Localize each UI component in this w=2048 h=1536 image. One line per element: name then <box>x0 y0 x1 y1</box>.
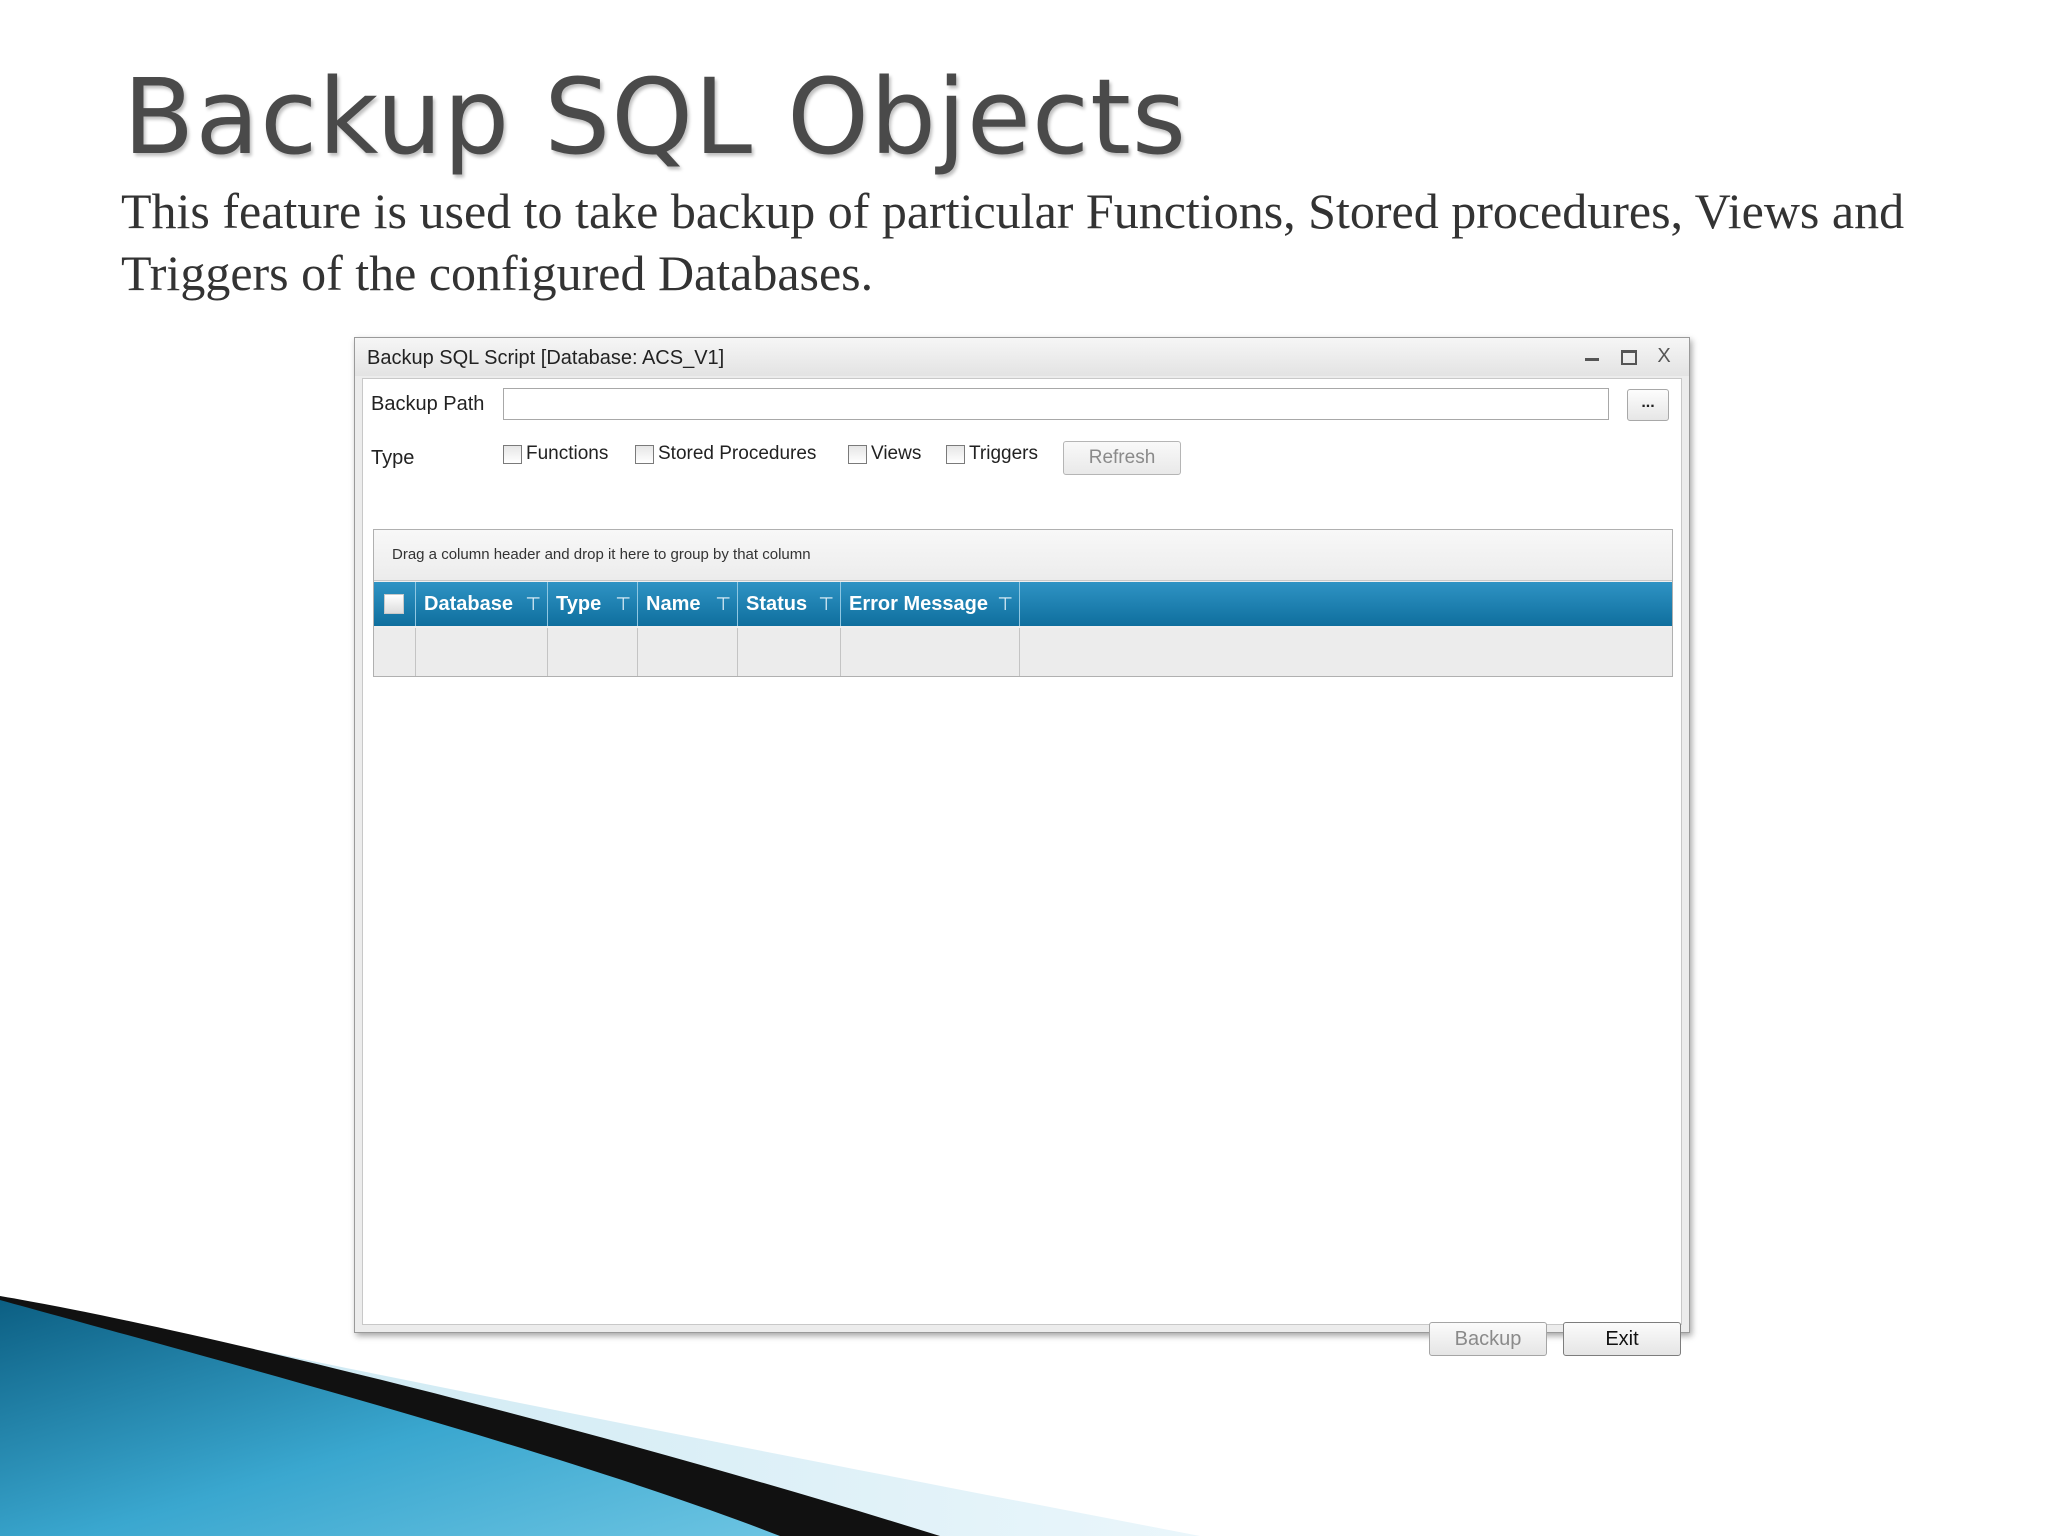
maximize-button[interactable] <box>1615 343 1641 369</box>
minimize-button[interactable] <box>1579 343 1605 369</box>
results-grid: Drag a column header and drop it here to… <box>373 529 1673 677</box>
column-header-label: Database <box>424 593 513 615</box>
backup-path-label: Backup Path <box>371 393 485 415</box>
backup-path-input[interactable] <box>503 388 1609 420</box>
filter-icon[interactable]: ⊤ <box>715 582 731 626</box>
slide-title: Backup SQL Objects <box>123 56 1188 178</box>
triggers-checkbox[interactable] <box>946 444 965 464</box>
filter-icon[interactable]: ⊤ <box>997 582 1013 626</box>
functions-checkbox-label: Functions <box>526 443 609 464</box>
table-cell <box>841 628 1020 676</box>
table-cell <box>738 628 841 676</box>
refresh-button[interactable]: Refresh <box>1063 441 1181 475</box>
select-all-checkbox[interactable] <box>384 594 404 614</box>
stored-procedures-checkbox-group[interactable]: Stored Procedures <box>635 443 816 465</box>
views-checkbox-group[interactable]: Views <box>848 443 921 465</box>
table-cell <box>638 628 738 676</box>
slide-description: This feature is used to take backup of p… <box>121 183 1905 301</box>
triggers-checkbox-group[interactable]: Triggers <box>946 443 1038 465</box>
filter-icon[interactable]: ⊤ <box>525 582 541 626</box>
filter-icon[interactable]: ⊤ <box>818 582 834 626</box>
table-cell <box>416 628 548 676</box>
browse-button[interactable]: ... <box>1627 389 1669 421</box>
close-button[interactable]: X <box>1651 343 1677 369</box>
select-all-header[interactable] <box>374 582 416 626</box>
window-title: Backup SQL Script [Database: ACS_V1] <box>367 347 725 369</box>
functions-checkbox[interactable] <box>503 444 522 464</box>
minimize-icon <box>1585 358 1599 361</box>
stored-procedures-checkbox[interactable] <box>635 444 654 464</box>
window-titlebar[interactable]: Backup SQL Script [Database: ACS_V1] X <box>355 338 1689 376</box>
column-header-label: Status <box>746 593 808 615</box>
column-header-database[interactable]: Database ⊤ <box>416 582 548 626</box>
functions-checkbox-group[interactable]: Functions <box>503 443 608 465</box>
column-header-type[interactable]: Type ⊤ <box>548 582 638 626</box>
column-header-name[interactable]: Name ⊤ <box>638 582 738 626</box>
table-cell <box>548 628 638 676</box>
group-by-hint: Drag a column header and drop it here to… <box>392 546 811 563</box>
table-row[interactable] <box>374 628 1672 676</box>
column-header-label: Type <box>556 593 602 615</box>
column-header-label: Error Message <box>849 593 988 615</box>
type-label: Type <box>371 447 415 469</box>
backup-sql-script-window: Backup SQL Script [Database: ACS_V1] X B… <box>354 337 1690 1356</box>
triggers-checkbox-label: Triggers <box>969 443 1038 464</box>
grid-header-row: Database ⊤ Type ⊤ Name ⊤ Status ⊤ Error … <box>374 582 1672 626</box>
stored-procedures-checkbox-label: Stored Procedures <box>658 443 817 464</box>
window-content: Backup Path ... Type Functions Stored Pr… <box>362 378 1682 1356</box>
group-by-panel[interactable]: Drag a column header and drop it here to… <box>374 530 1672 581</box>
column-header-label: Name <box>646 593 701 615</box>
views-checkbox-label: Views <box>871 443 922 464</box>
maximize-icon <box>1621 350 1637 365</box>
column-header-status[interactable]: Status ⊤ <box>738 582 841 626</box>
views-checkbox[interactable] <box>848 444 867 464</box>
exit-button[interactable]: Exit <box>1563 1322 1681 1356</box>
column-header-error-message[interactable]: Error Message ⊤ <box>841 582 1020 626</box>
backup-button[interactable]: Backup <box>1429 1322 1547 1356</box>
filter-icon[interactable]: ⊤ <box>615 582 631 626</box>
table-cell <box>374 628 416 676</box>
